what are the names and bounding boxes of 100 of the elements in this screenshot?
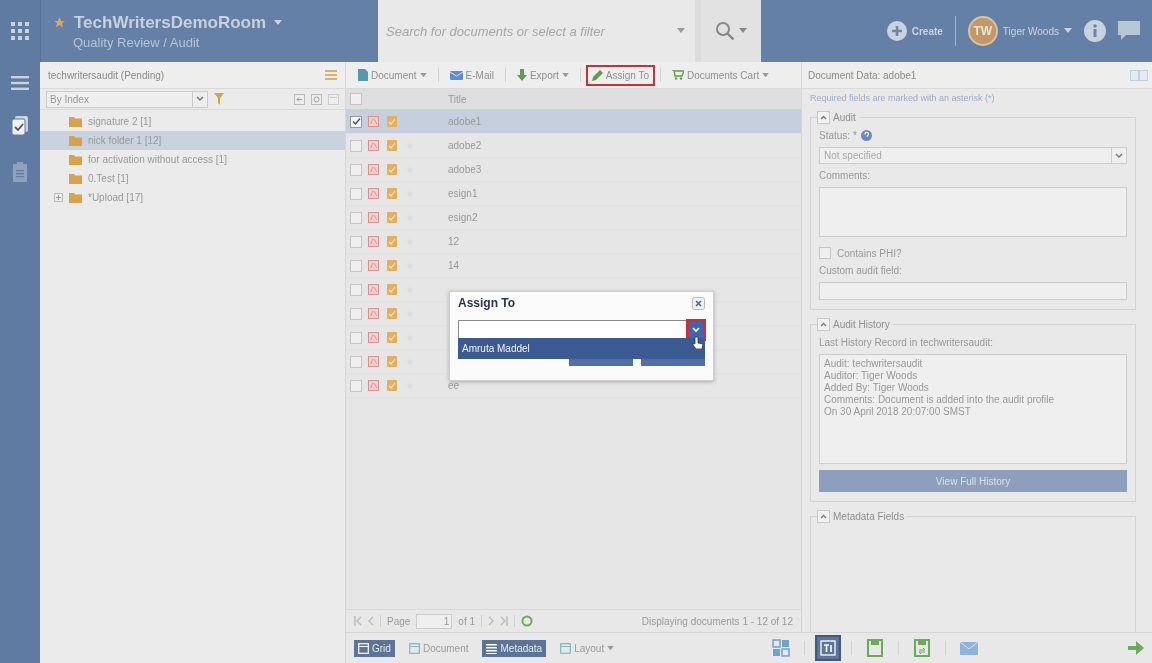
room-title[interactable]: TechWritersDemoRoom [74,12,267,33]
row-checkbox[interactable] [350,187,362,200]
first-page-icon[interactable] [354,616,362,626]
row-checkbox[interactable] [350,259,362,272]
checkbox[interactable] [819,247,831,259]
document-title[interactable]: adobe3 [444,164,482,175]
view-button[interactable]: Metadata [482,639,547,657]
previous-page-icon[interactable] [368,616,374,626]
close-icon[interactable] [692,296,705,310]
row-checkbox[interactable] [350,307,362,320]
document-title[interactable]: ee [444,380,460,391]
collapse-button[interactable] [817,111,830,124]
document-title[interactable]: adobe1 [444,116,482,127]
caret-icon[interactable] [419,72,427,78]
toolbar-button[interactable] [815,635,842,661]
task-icon [387,188,397,199]
row-checkbox[interactable] [350,331,362,344]
apps-grid-icon[interactable] [0,0,41,62]
caret-icon[interactable] [561,72,569,78]
info-icon[interactable] [1084,20,1106,42]
next-page-icon[interactable] [488,616,495,626]
task-icon [387,236,397,247]
column-header[interactable]: Title [444,93,467,105]
collapse-icon[interactable] [294,93,305,105]
tree-item[interactable]: signature 2 [1] [40,112,345,131]
row-checkbox[interactable] [350,163,362,176]
cart-icon [672,70,684,80]
last-page-icon[interactable] [500,616,509,626]
task-icon [387,284,397,295]
document-icon [358,69,368,81]
caret-icon[interactable] [677,28,685,34]
caret-icon[interactable] [274,19,283,26]
row-checkbox[interactable] [350,379,362,392]
document-title[interactable]: adobe2 [444,140,482,151]
row-checkbox[interactable] [350,235,362,248]
view-button[interactable]: Grid [354,639,395,657]
select-all-checkbox[interactable] [350,93,362,105]
page-label: Page [387,615,411,627]
search-button[interactable] [701,0,761,62]
custom-audit-field[interactable] [819,282,1127,300]
row-checkbox[interactable] [350,115,362,128]
comments-field[interactable] [819,187,1127,237]
document-title[interactable]: 12 [444,236,460,247]
collapse-button[interactable] [817,318,830,331]
pdf-icon [368,284,379,295]
row-checkbox[interactable] [350,355,362,368]
star-icon[interactable] [53,16,66,29]
search-icon [715,21,735,41]
collapse-button[interactable] [817,510,830,523]
chat-icon[interactable] [1118,21,1140,41]
history-line: On 30 April 2018 20:07:00 SMST [824,406,972,418]
list-icon [486,642,498,654]
envelope-icon [449,70,463,80]
tree-item[interactable]: 0.Test [1] [40,169,345,188]
field-label: Custom audit field: [819,265,903,276]
document-title[interactable]: 14 [444,260,460,271]
caret-icon[interactable] [762,72,770,78]
arrow-right-icon[interactable] [1128,641,1144,655]
calendar-icon[interactable] [328,93,339,105]
row-checkbox[interactable] [350,211,362,224]
field-label: Comments: [819,170,872,181]
down-arrow-icon [516,69,527,81]
tree-item[interactable]: *Upload [17] [40,188,345,207]
pdf-icon [368,116,379,127]
expand-icon[interactable] [54,193,63,202]
index-dropdown[interactable]: By Index [46,90,208,108]
history-line: Comments: Document is added into the audit profile [824,394,1056,406]
search-field[interactable]: Search for documents or select a filter [378,22,677,40]
toolbar-button[interactable]: Documents Cart [666,64,776,86]
window-icon [408,642,420,654]
toolbar-button[interactable]: Document [352,64,433,86]
pdf-icon [368,212,379,223]
document-title[interactable]: esign1 [444,188,478,199]
pencil-icon [591,69,603,81]
filter-icon[interactable] [214,93,224,105]
row-checkbox[interactable] [350,139,362,152]
document-title[interactable]: esign2 [444,212,478,223]
tree-item[interactable]: for activation without access [1] [40,150,345,169]
toolbar-button[interactable]: E-Mail [443,64,500,86]
menu-icon[interactable] [11,76,29,90]
window-icon [560,642,572,654]
create-button[interactable]: Create [886,21,943,41]
status-field[interactable]: Not specified [819,147,1112,164]
refresh-icon[interactable] [311,93,322,105]
toolbar-button[interactable]: Assign To [585,64,655,86]
row-checkbox[interactable] [350,283,362,296]
list-icon[interactable] [325,70,337,80]
page-field[interactable]: 1 [416,613,453,629]
view-history-button[interactable]: View Full History [819,470,1127,492]
clipboard-icon[interactable] [13,162,27,182]
save-icon [914,639,931,657]
checklist-icon[interactable] [12,116,28,136]
user-menu[interactable]: TW Tiger Woods [967,16,1072,46]
pdf-icon [368,236,379,247]
tree-item[interactable]: nick folder 1 [12] [40,131,345,150]
view-button[interactable]: Layout [556,639,619,657]
view-button[interactable]: Document [404,639,473,657]
toolbar-button[interactable]: Export [510,64,575,86]
pdf-icon [368,164,379,175]
refresh-icon[interactable] [521,615,534,627]
